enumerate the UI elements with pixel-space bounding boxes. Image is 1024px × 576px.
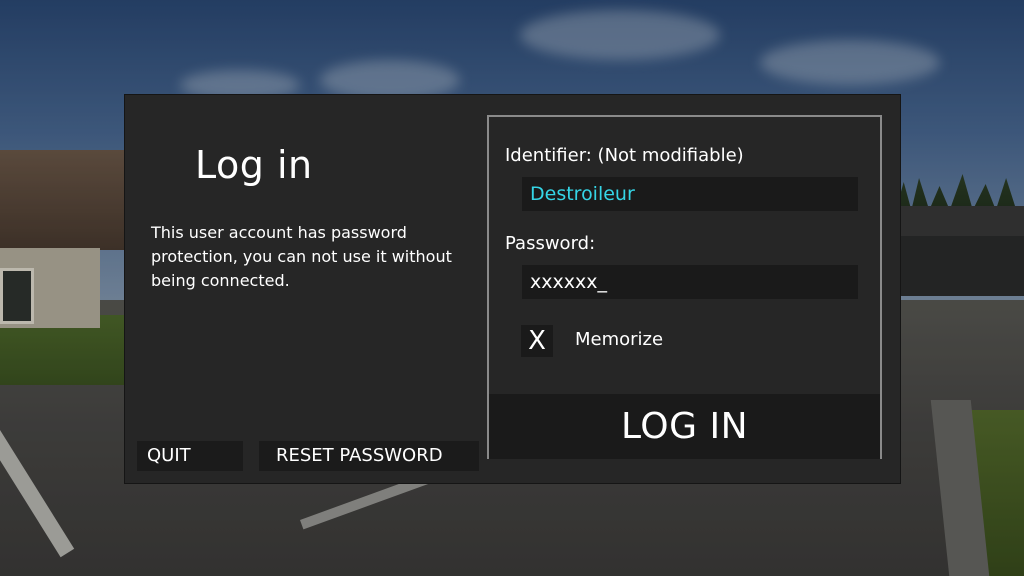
identifier-field: Destroileur xyxy=(522,177,858,211)
quit-button[interactable]: QUIT xyxy=(137,441,243,471)
password-field[interactable]: xxxxxx_ xyxy=(522,265,858,299)
login-button[interactable]: LOG IN xyxy=(489,394,880,459)
login-panel: Identifier: (Not modifiable) Destroileur… xyxy=(487,115,882,459)
identifier-label: Identifier: (Not modifiable) xyxy=(505,145,744,166)
dialog-title: Log in xyxy=(195,143,313,187)
memorize-checkbox[interactable]: X xyxy=(521,325,553,357)
info-text: This user account has password protectio… xyxy=(151,223,452,290)
password-label: Password: xyxy=(505,233,596,254)
login-dialog: Log in This user account has password pr… xyxy=(125,95,900,483)
reset-password-button[interactable]: RESET PASSWORD xyxy=(259,441,479,471)
memorize-label: Memorize xyxy=(575,329,664,350)
